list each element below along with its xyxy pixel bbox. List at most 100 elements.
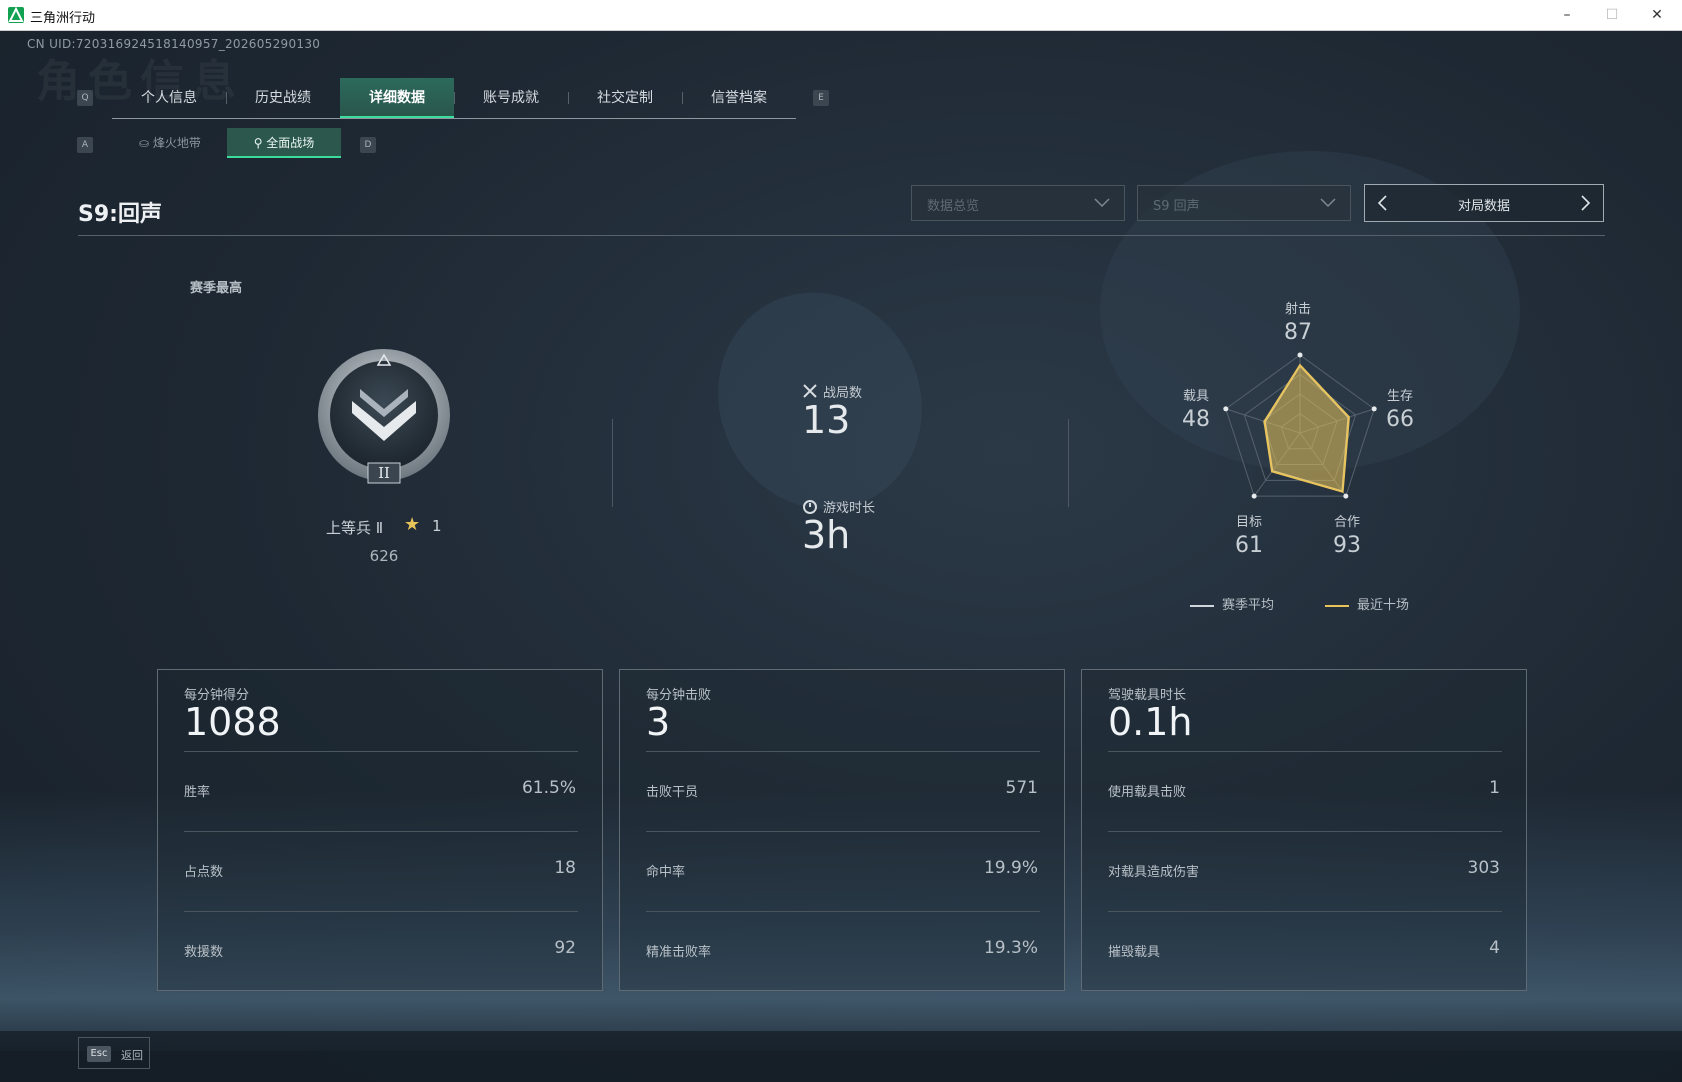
- card-row-label: 击败干员: [646, 785, 699, 800]
- bottom-bar: [0, 1031, 1682, 1082]
- rank-name: 上等兵 Ⅱ: [326, 519, 384, 537]
- card-row-value: 19.3%: [983, 938, 1038, 958]
- matches-value: 13: [802, 398, 851, 442]
- maximize-button[interactable]: ☐: [1589, 0, 1635, 30]
- vertical-divider: [612, 419, 613, 507]
- card-value: 3: [646, 700, 671, 744]
- match-data-label: 对局数据: [1457, 199, 1510, 214]
- star-icon: ★: [404, 514, 421, 535]
- window-title: 三角洲行动: [30, 11, 96, 26]
- card-row-value: 92: [554, 938, 576, 958]
- radar-axis-tip: [1343, 493, 1349, 499]
- tab-credit-record[interactable]: 信誉档案: [682, 78, 796, 118]
- card-row-label: 使用载具击败: [1108, 785, 1187, 800]
- card-row-value: 303: [1467, 858, 1500, 878]
- key-hint-d: D: [360, 137, 376, 153]
- card-divider: [646, 911, 1040, 912]
- crossed-swords-icon: [803, 384, 817, 398]
- legend-recent-label: 最近十场: [1357, 598, 1410, 613]
- radar-axis-objective: 目标: [1235, 515, 1262, 530]
- subtab-hazard-zone-label: 烽火地带: [152, 136, 201, 150]
- vehicle-card: 驾驶载具时长 0.1h 使用载具击败 1 对载具造成伤害 303 摧毁载具 4: [1081, 669, 1527, 991]
- radar-value-survival: 66: [1386, 407, 1414, 432]
- match-data-button[interactable]: 对局数据: [1364, 184, 1604, 222]
- radar-axis-shooting: 射击: [1284, 302, 1311, 317]
- radar-axis-vehicle: 载具: [1182, 389, 1209, 404]
- tab-detailed-data[interactable]: 详细数据: [340, 78, 454, 118]
- subtab-hazard-zone[interactable]: ⛀ 烽火地带: [113, 128, 227, 158]
- playtime-value: 3h: [802, 513, 851, 557]
- season-dropdown-value: S9 回声: [1153, 199, 1200, 214]
- vertical-divider: [1068, 419, 1069, 507]
- season-title: S9:回声: [78, 202, 162, 227]
- legend-recent-ten: 最近十场: [1325, 594, 1409, 613]
- card-row-value: 19.9%: [983, 858, 1038, 878]
- card-row-label: 摧毁载具: [1108, 945, 1161, 960]
- view-dropdown[interactable]: 数据总览: [911, 185, 1125, 221]
- key-hint-e: E: [813, 90, 829, 106]
- outpost-icon: ⛀: [139, 136, 153, 150]
- rank-badge-icon: II: [316, 347, 452, 487]
- radar-series-recent: [1263, 363, 1350, 493]
- tab-achievements[interactable]: 账号成就: [454, 78, 568, 118]
- card-row-label: 救援数: [184, 945, 224, 960]
- kills-card: 每分钟击败 3 击败干员 571 命中率 19.9% 精准击败率 19.3%: [619, 669, 1065, 991]
- card-row-label: 对载具造成伤害: [1108, 865, 1200, 880]
- season-peak-label: 赛季最高: [190, 281, 243, 296]
- tab-personal-info[interactable]: 个人信息: [112, 78, 226, 118]
- battlefield-icon: ⚲: [253, 136, 267, 150]
- back-button[interactable]: Esc 返回: [78, 1037, 150, 1069]
- mode-subtabs: ⛀ 烽火地带 ⚲ 全面战场: [113, 128, 341, 158]
- window-titlebar: 三角洲行动 – ☐ ✕: [0, 0, 1682, 31]
- chevron-right-icon[interactable]: [1575, 193, 1595, 213]
- card-row-label: 胜率: [184, 785, 211, 800]
- radar-axis-tip: [1297, 352, 1303, 358]
- card-divider: [184, 911, 578, 912]
- game-viewport: 角色信息 CN UID:720316924518140957_202605290…: [0, 31, 1682, 1082]
- rank-score: 626: [369, 547, 399, 565]
- card-divider: [184, 831, 578, 832]
- radar-value-vehicle: 48: [1182, 407, 1210, 432]
- score-card: 每分钟得分 1088 胜率 61.5% 占点数 18 救援数 92: [157, 669, 603, 991]
- radar-axis-survival: 生存: [1386, 389, 1413, 404]
- radar-axis-tip: [1251, 493, 1257, 499]
- minimize-button[interactable]: –: [1544, 0, 1590, 30]
- tab-match-history[interactable]: 历史战绩: [226, 78, 340, 118]
- stopwatch-icon: [803, 500, 817, 514]
- radar-axis-teamwork: 合作: [1333, 515, 1360, 530]
- back-label: 返回: [121, 1049, 143, 1062]
- card-value: 1088: [184, 700, 281, 744]
- player-uid: CN UID:720316924518140957_202605290130: [27, 37, 321, 51]
- chevron-down-icon: [1320, 198, 1336, 208]
- card-divider: [1108, 911, 1502, 912]
- view-dropdown-value: 数据总览: [927, 199, 980, 214]
- key-hint-q: Q: [77, 90, 93, 106]
- card-row-label: 精准击败率: [646, 945, 712, 960]
- card-divider: [1108, 751, 1502, 752]
- card-row-value: 571: [1005, 778, 1038, 798]
- chevron-down-icon: [1094, 198, 1110, 208]
- radar-value-objective: 61: [1235, 533, 1263, 558]
- card-row-value: 61.5%: [521, 778, 576, 798]
- radar-value-shooting: 87: [1284, 320, 1312, 345]
- rank-badge-roman: II: [378, 464, 390, 482]
- legend-average-label: 赛季平均: [1222, 598, 1275, 613]
- close-button[interactable]: ✕: [1634, 0, 1680, 30]
- card-divider: [646, 751, 1040, 752]
- legend-recent-swatch: [1325, 604, 1349, 607]
- app-logo-icon: [8, 7, 24, 23]
- card-divider: [184, 751, 578, 752]
- tab-social-custom[interactable]: 社交定制: [568, 78, 682, 118]
- season-dropdown[interactable]: S9 回声: [1137, 185, 1351, 221]
- card-row-value: 1: [1489, 778, 1500, 798]
- key-hint-a: A: [77, 137, 93, 153]
- rank-star-count: 1: [432, 517, 442, 535]
- card-row-value: 4: [1489, 938, 1500, 958]
- subtab-full-battlefield[interactable]: ⚲ 全面战场: [227, 128, 341, 158]
- esc-key-hint: Esc: [87, 1046, 111, 1062]
- card-divider: [1108, 831, 1502, 832]
- card-row-value: 18: [554, 858, 576, 878]
- card-row-label: 占点数: [184, 865, 224, 880]
- legend-season-average: 赛季平均: [1190, 594, 1274, 613]
- subtab-full-battlefield-label: 全面战场: [266, 136, 315, 150]
